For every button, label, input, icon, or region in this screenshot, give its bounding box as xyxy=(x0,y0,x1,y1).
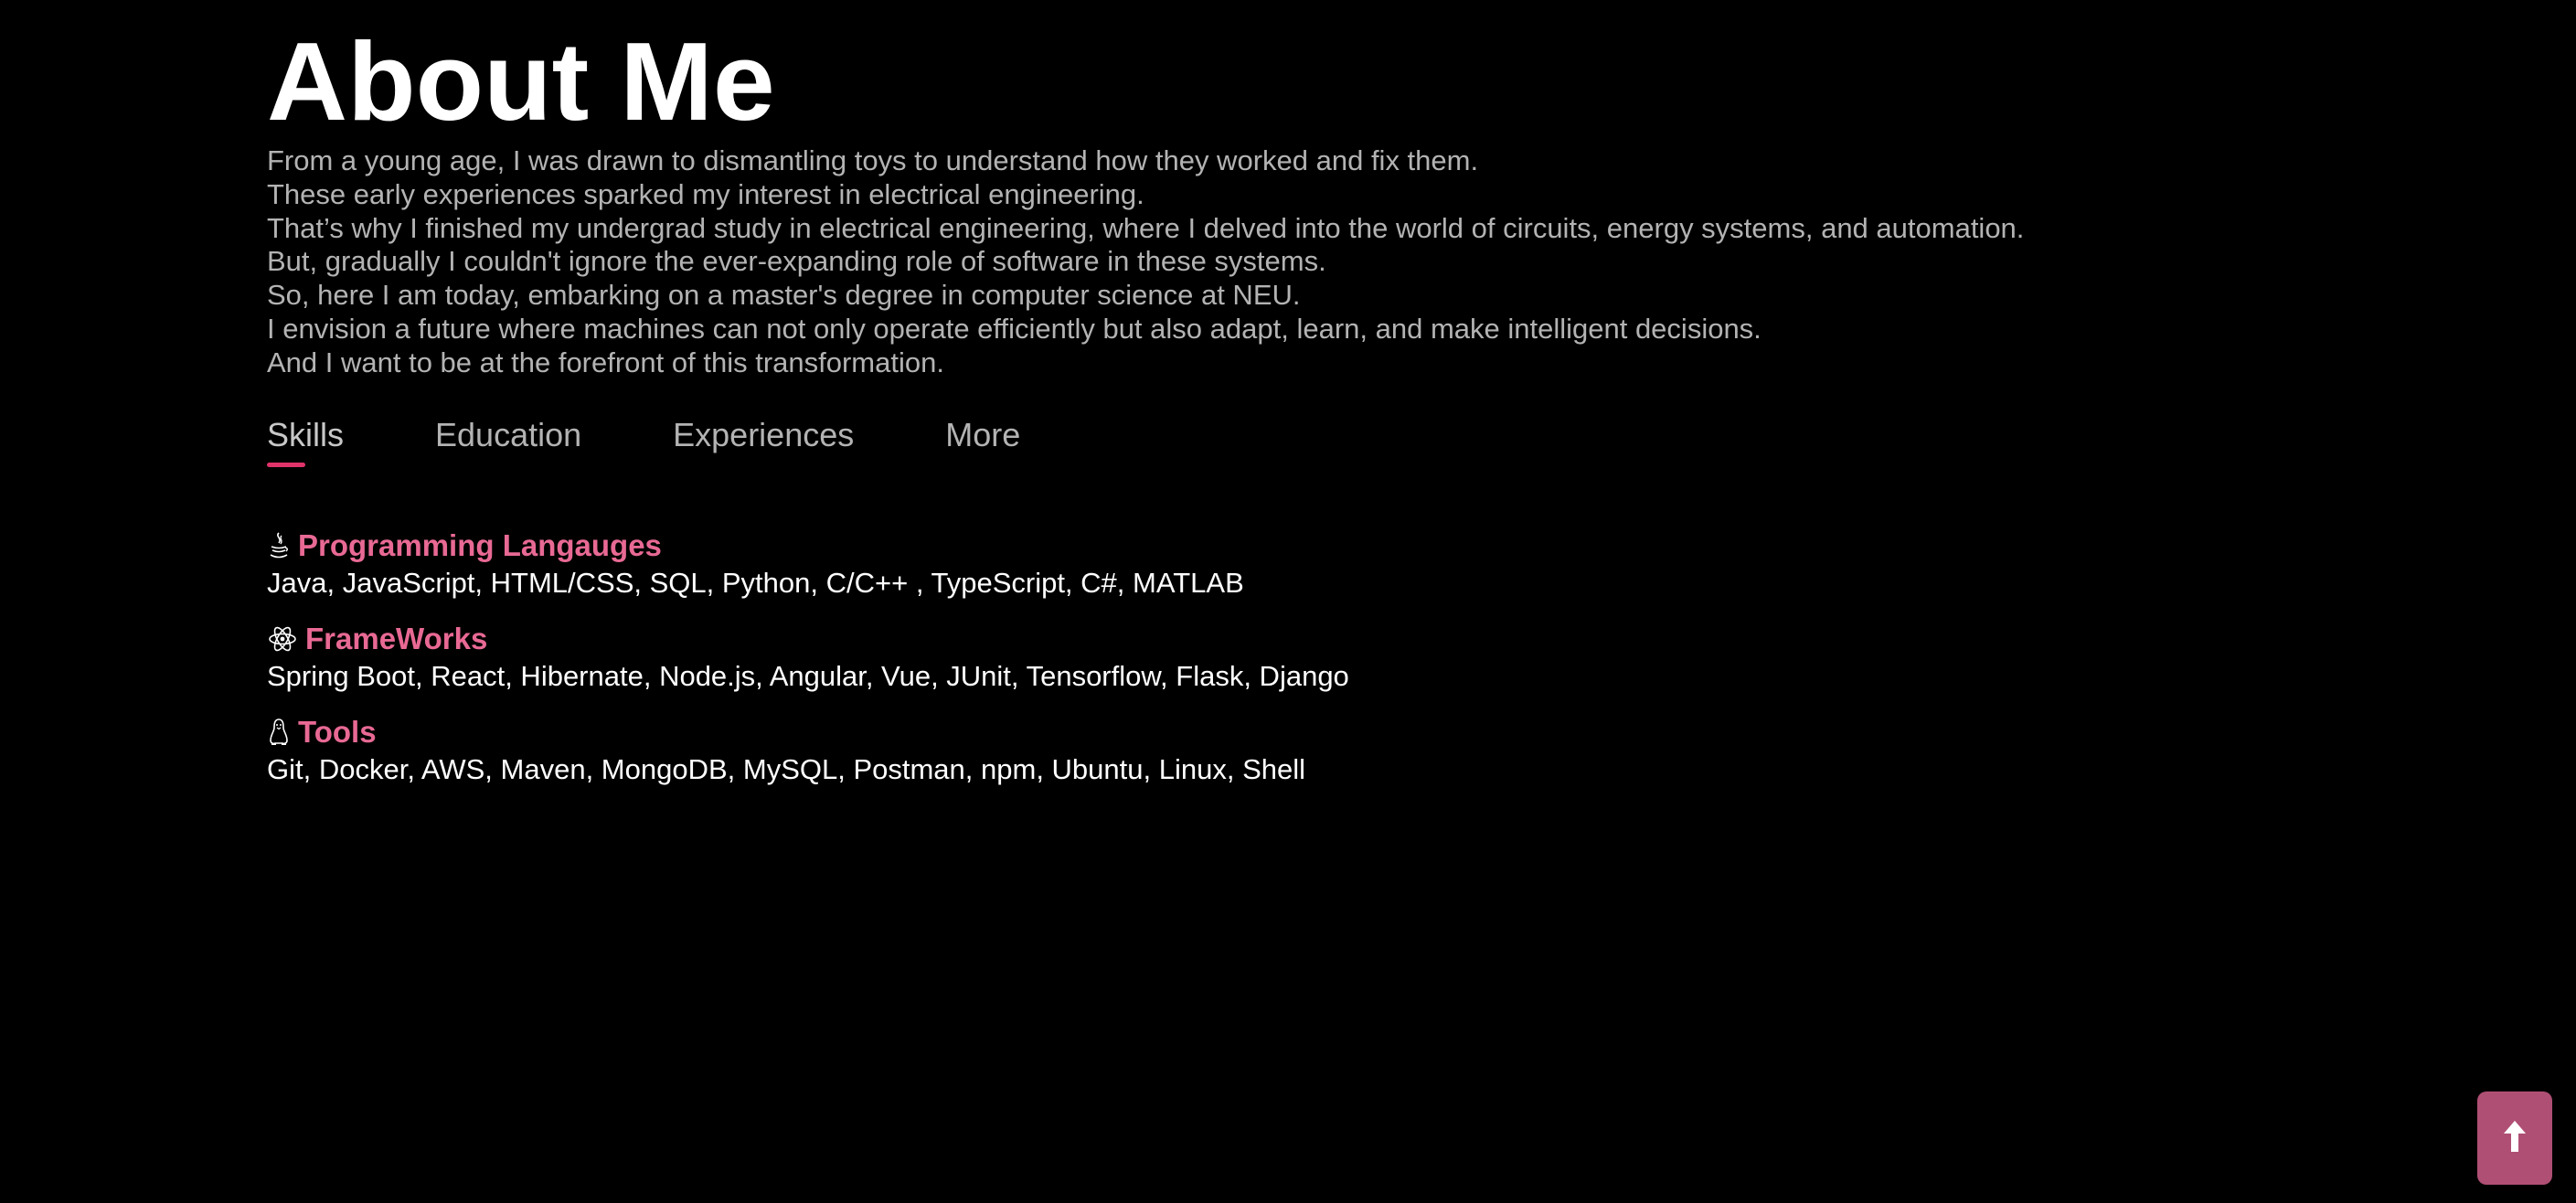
skill-group-title: FrameWorks xyxy=(305,622,488,655)
intro-line: But, gradually I couldn't ignore the eve… xyxy=(267,245,1326,278)
skills-panel: Programming Langauges Java, JavaScript, … xyxy=(267,527,1349,806)
arrow-up-icon xyxy=(2501,1119,2528,1158)
intro-line: These early experiences sparked my inter… xyxy=(267,177,1144,210)
tab-label: More xyxy=(945,416,1021,453)
skill-group-header: Tools xyxy=(267,713,1349,751)
active-tab-indicator xyxy=(267,463,305,467)
skill-group-frameworks: FrameWorks Spring Boot, React, Hibernate… xyxy=(267,620,1349,695)
page-title: About Me xyxy=(267,19,775,144)
skill-list: Spring Boot, React, Hibernate, Node.js, … xyxy=(267,660,1349,692)
intro-line: That’s why I finished my undergrad study… xyxy=(267,211,2025,244)
react-icon xyxy=(267,623,298,655)
skill-list: Git, Docker, AWS, Maven, MongoDB, MySQL,… xyxy=(267,753,1305,785)
tab-label: Skills xyxy=(267,416,345,453)
tab-experiences[interactable]: Experiences xyxy=(673,415,854,470)
page: About Me From a young age, I was drawn t… xyxy=(0,0,2576,1203)
tab-label: Experiences xyxy=(673,416,855,453)
skill-group-header: FrameWorks xyxy=(267,620,1349,658)
intro-line: From a young age, I was drawn to dismant… xyxy=(267,144,1479,176)
tab-more[interactable]: More xyxy=(945,415,1020,470)
skill-group-title: Tools xyxy=(298,715,377,749)
tab-bar: Skills Education Experiences More xyxy=(267,415,1112,470)
skill-group-languages: Programming Langauges Java, JavaScript, … xyxy=(267,527,1349,602)
tab-label: Education xyxy=(435,416,582,453)
skill-group-tools: Tools Git, Docker, AWS, Maven, MongoDB, … xyxy=(267,713,1349,788)
tab-skills[interactable]: Skills xyxy=(267,415,344,470)
intro-line: And I want to be at the forefront of thi… xyxy=(267,346,944,378)
skill-group-title: Programming Langauges xyxy=(298,528,662,562)
skill-list: Java, JavaScript, HTML/CSS, SQL, Python,… xyxy=(267,567,1244,599)
skill-group-header: Programming Langauges xyxy=(267,527,1349,565)
tab-education[interactable]: Education xyxy=(435,415,581,470)
intro-paragraph: From a young age, I was drawn to dismant… xyxy=(267,144,2024,380)
scroll-to-top-button[interactable] xyxy=(2477,1091,2552,1185)
intro-line: I envision a future where machines can n… xyxy=(267,312,1762,345)
intro-line: So, here I am today, embarking on a mast… xyxy=(267,279,1301,312)
java-icon xyxy=(267,530,291,561)
linux-icon xyxy=(267,717,291,748)
